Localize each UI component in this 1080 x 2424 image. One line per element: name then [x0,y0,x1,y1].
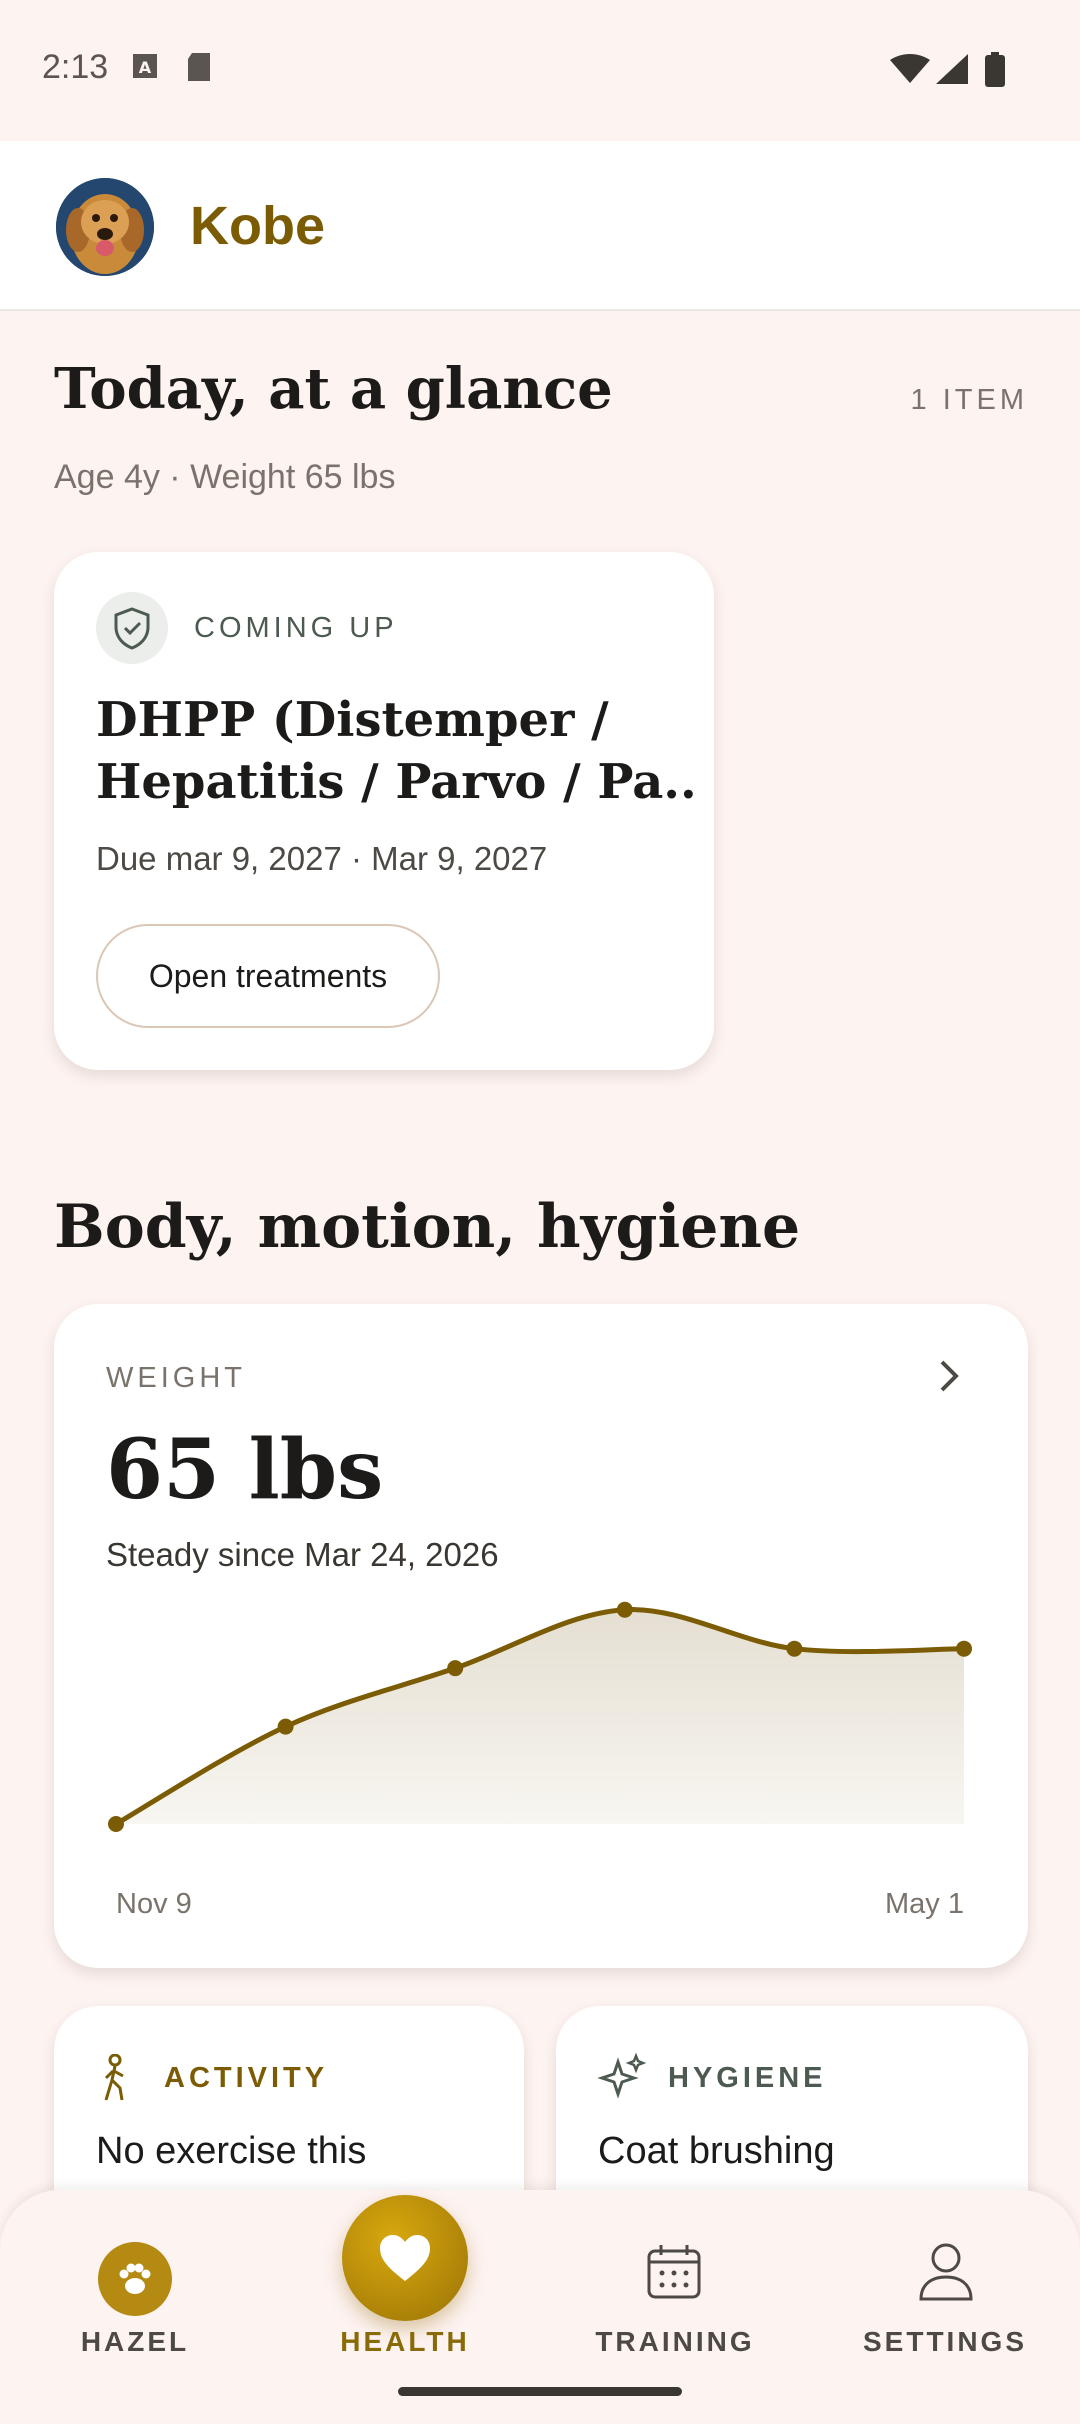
svg-text:A: A [139,58,152,77]
paw-icon [119,2263,151,2294]
chart-point [956,1640,972,1657]
coming-up-card[interactable]: COMING UP DHPP (Distemper / Hepatitis / … [54,552,714,1070]
shield-check-icon [114,607,150,650]
status-bar: 2:13 A [0,0,1080,140]
walking-icon [104,2054,124,2101]
open-treatments-button[interactable]: Open treatments [96,924,440,1028]
chart-point [786,1640,803,1657]
nav-label-settings: SETTINGS [862,2326,1027,2357]
activity-text: No exercise this [96,2130,367,2172]
pet-avatar[interactable] [56,178,154,276]
weight-card[interactable]: WEIGHT 65 lbs Steady since Mar 24, 2026 … [54,1304,1028,1968]
paw-icon-badge [98,2242,172,2316]
chart-point [616,1601,633,1618]
coming-up-label: COMING UP [194,612,398,644]
nav-label-training: TRAINING [595,2326,755,2357]
weight-chart [108,1601,972,1832]
nav-item-settings[interactable]: SETTINGS [810,2190,1080,2424]
nav-label-health: HEALTH [340,2326,470,2357]
battery-icon [985,52,1005,87]
pet-name: Kobe [190,196,325,256]
dog-photo [56,178,154,276]
item-count: 1 ITEM [910,384,1028,416]
x-axis-end-label: May 1 [885,1888,964,1920]
nav-item-hazel[interactable]: HAZEL [0,2190,270,2424]
chart-point [108,1816,124,1832]
chart-area [116,1609,964,1824]
hygiene-text: Coat brushing [598,2130,835,2172]
today-subtitle: Age 4y · Weight 65 lbs [54,458,396,496]
home-indicator[interactable] [398,2387,682,2396]
chart-point [447,1660,464,1677]
x-axis-start-label: Nov 9 [116,1888,192,1920]
treatment-title-line2: Hepatitis / Parvo / Pa... [96,754,696,810]
hygiene-label: HYGIENE [668,2062,827,2094]
today-title: Today, at a glance [54,356,613,422]
sparkle-icon [597,2052,646,2099]
wifi-icon [890,54,930,83]
signal-icon [936,54,968,84]
sd-card-icon [188,53,210,81]
status-time: 2:13 [42,48,109,86]
health-active-badge [342,2195,468,2321]
shield-icon-badge [96,592,168,664]
person-icon [919,2243,973,2301]
body-section-title: Body, motion, hygiene [54,1192,801,1262]
treatment-due: Due mar 9, 2027 · Mar 9, 2027 [96,840,548,877]
chart-point [277,1718,294,1735]
keyboard-notification-icon: A [133,54,157,78]
calendar-icon [647,2245,701,2299]
activity-label: ACTIVITY [164,2062,329,2094]
nav-label-hazel: HAZEL [80,2326,190,2357]
app-header: Kobe [0,141,1080,311]
heart-icon [380,2235,430,2281]
treatment-title-line1: DHPP (Distemper / [96,692,609,748]
